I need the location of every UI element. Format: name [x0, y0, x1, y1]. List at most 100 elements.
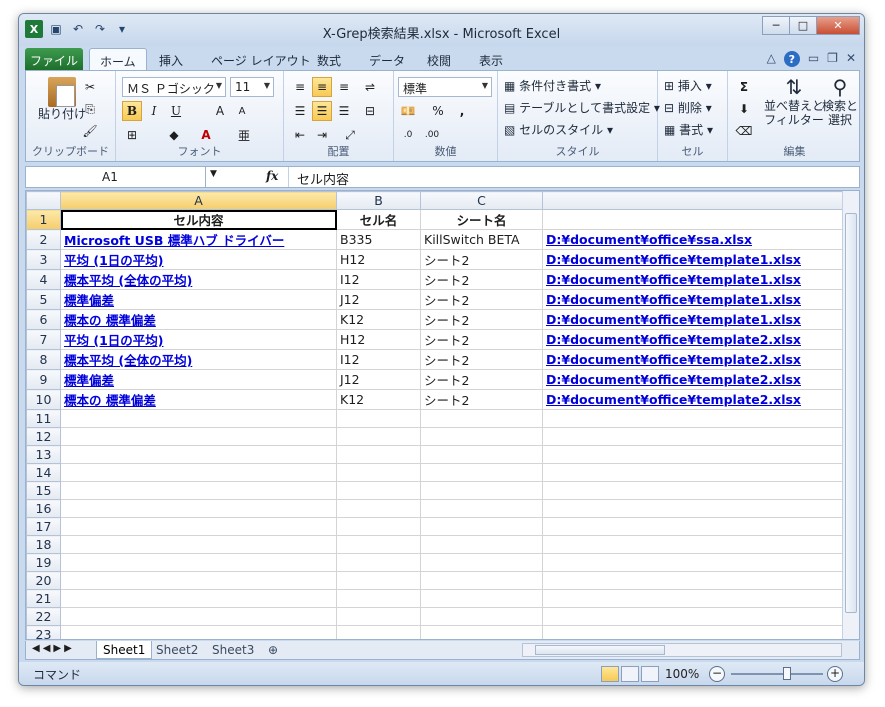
doc-close-icon[interactable]: ✕ [846, 51, 856, 67]
row-header[interactable]: 21 [26, 589, 61, 608]
zoom-in-button[interactable]: + [827, 666, 843, 682]
font-size-select[interactable]: 11 ▼ [230, 77, 274, 97]
cell[interactable]: Microsoft USB 標準ハブ ドライバー [60, 229, 337, 250]
underline-button[interactable]: U [166, 101, 186, 121]
cell[interactable] [420, 463, 543, 482]
sheet-nav-arrows-icon[interactable]: ◀◀▶▶ [32, 643, 75, 654]
increase-decimal-icon[interactable]: .0 [398, 125, 418, 145]
row-header[interactable]: 20 [26, 571, 61, 590]
tab-formulas[interactable]: 数式 [307, 48, 351, 70]
horizontal-scrollbar[interactable] [522, 643, 842, 657]
tab-data[interactable]: データ [359, 48, 415, 70]
row-header[interactable]: 7 [26, 329, 61, 350]
cell[interactable] [420, 553, 543, 572]
cell[interactable]: D:¥document¥office¥template1.xlsx [542, 249, 845, 270]
cell[interactable] [420, 445, 543, 464]
column-header-a[interactable]: A [60, 191, 337, 210]
column-header-d[interactable] [542, 191, 845, 210]
font-color-icon[interactable]: A [196, 125, 216, 145]
cell[interactable] [420, 625, 543, 639]
cell[interactable] [420, 409, 543, 428]
cell[interactable]: シート2 [420, 349, 543, 370]
cell[interactable]: シート2 [420, 269, 543, 290]
conditional-formatting-button[interactable]: ▦ 条件付き書式 ▾ [504, 77, 601, 94]
merge-center-icon[interactable]: ⊟ [360, 101, 380, 121]
cell[interactable] [542, 625, 845, 639]
cell[interactable] [542, 427, 845, 446]
row-header[interactable]: 22 [26, 607, 61, 626]
cell[interactable]: D:¥document¥office¥template1.xlsx [542, 309, 845, 330]
cell[interactable] [336, 589, 421, 608]
cell[interactable]: 平均 (1日の平均) [60, 249, 337, 270]
shrink-font-icon[interactable]: A [232, 101, 252, 121]
cell[interactable]: 標本平均 (全体の平均) [60, 269, 337, 290]
row-header[interactable]: 19 [26, 553, 61, 572]
cell[interactable] [420, 427, 543, 446]
format-painter-icon[interactable]: 🖌 [80, 121, 100, 141]
cell[interactable]: シート2 [420, 249, 543, 270]
cell[interactable] [60, 409, 337, 428]
cell[interactable]: D:¥document¥office¥template2.xlsx [542, 389, 845, 410]
row-header[interactable]: 15 [26, 481, 61, 500]
worksheet-grid[interactable]: A B C 1 セル内容 セル名 シート名 2 Microsoft USB 標準ハ… [25, 190, 860, 640]
zoom-slider[interactable] [731, 673, 823, 675]
cell[interactable] [542, 571, 845, 590]
cell[interactable]: B335 [336, 229, 421, 250]
cell[interactable] [336, 445, 421, 464]
normal-view-button[interactable] [601, 666, 619, 682]
cell[interactable]: I12 [336, 269, 421, 290]
row-header[interactable]: 12 [26, 427, 61, 446]
decrease-decimal-icon[interactable]: .00 [422, 125, 442, 145]
insert-sheet-icon[interactable]: ⊕ [262, 641, 284, 659]
cell[interactable]: D:¥document¥office¥template2.xlsx [542, 369, 845, 390]
row-header[interactable]: 16 [26, 499, 61, 518]
doc-minimize-icon[interactable]: ▭ [808, 51, 819, 67]
row-header[interactable]: 9 [26, 369, 61, 390]
cell[interactable] [420, 589, 543, 608]
percent-style-icon[interactable]: % [428, 101, 448, 121]
cell[interactable]: 平均 (1日の平均) [60, 329, 337, 350]
align-middle-icon[interactable]: ≡ [312, 77, 332, 97]
formula-input[interactable]: セル内容 [288, 167, 349, 188]
close-button[interactable]: ✕ [816, 16, 860, 35]
decrease-indent-icon[interactable]: ⇤ [290, 125, 310, 145]
cell[interactable]: シート2 [420, 309, 543, 330]
insert-cells-button[interactable]: ⊞ 挿入 ▾ [664, 77, 712, 94]
cell[interactable] [336, 481, 421, 500]
cell[interactable] [60, 535, 337, 554]
cell[interactable] [336, 625, 421, 639]
doc-restore-icon[interactable]: ❐ [827, 51, 838, 67]
grow-font-icon[interactable]: A [210, 101, 230, 121]
cell[interactable] [542, 209, 845, 230]
sheet-tab-sheet1[interactable]: Sheet1 [96, 641, 153, 659]
tab-file[interactable]: ファイル [25, 48, 83, 70]
cell[interactable] [542, 553, 845, 572]
paste-button[interactable]: 貼り付け [38, 77, 86, 121]
tab-home[interactable]: ホーム [89, 48, 147, 70]
zoom-slider-knob[interactable] [783, 667, 791, 680]
zoom-level[interactable]: 100% [665, 667, 699, 681]
tab-insert[interactable]: 挿入 [149, 48, 193, 70]
cell[interactable] [60, 427, 337, 446]
delete-cells-button[interactable]: ⊟ 削除 ▾ [664, 99, 712, 116]
sheet-tab-sheet2[interactable]: Sheet2 [150, 641, 204, 659]
font-name-select[interactable]: ＭＳ Ｐゴシック ▼ [122, 77, 226, 97]
clear-icon[interactable]: ⌫ [734, 121, 754, 141]
row-header[interactable]: 10 [26, 389, 61, 410]
help-icon[interactable]: ? [783, 51, 800, 67]
cell[interactable]: シート2 [420, 389, 543, 410]
tab-page-layout[interactable]: ページ レイアウト [201, 48, 321, 70]
align-center-icon[interactable]: ☰ [312, 101, 332, 121]
row-header[interactable]: 2 [26, 229, 61, 250]
cell[interactable]: 標本平均 (全体の平均) [60, 349, 337, 370]
cell[interactable]: H12 [336, 249, 421, 270]
tab-review[interactable]: 校閲 [417, 48, 461, 70]
cell[interactable] [336, 535, 421, 554]
cell[interactable] [420, 481, 543, 500]
cell[interactable] [542, 499, 845, 518]
cell[interactable] [336, 409, 421, 428]
row-header[interactable]: 17 [26, 517, 61, 536]
cell[interactable]: セル内容 [60, 209, 337, 230]
align-right-icon[interactable]: ☰ [334, 101, 354, 121]
align-left-icon[interactable]: ☰ [290, 101, 310, 121]
